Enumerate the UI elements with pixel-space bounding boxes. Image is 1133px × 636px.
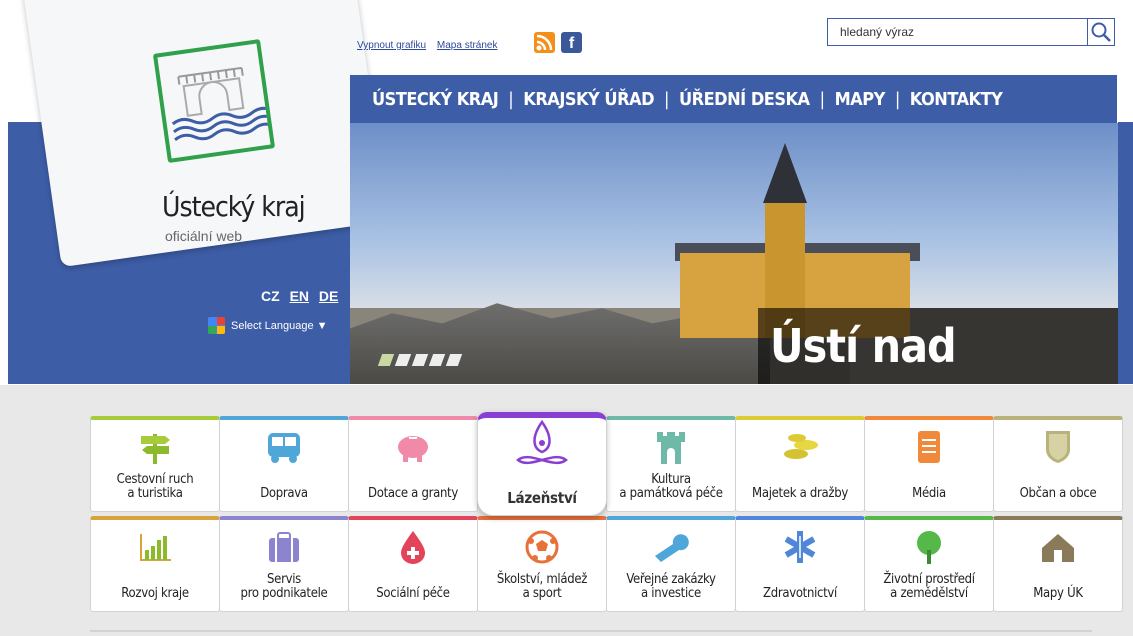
top-links: Vypnout grafiku Mapa stránek — [357, 40, 506, 51]
blue-band-right — [1118, 122, 1133, 384]
hero-caption: Ústí nad Labem — [758, 308, 1118, 384]
tile-label: Majetek a dražby — [752, 486, 848, 501]
briefcase-icon — [264, 530, 304, 564]
nav-separator: | — [508, 88, 514, 110]
tile-label: Občan a obce — [1019, 486, 1097, 501]
shield-icon — [1038, 430, 1078, 464]
tile-label: Zdravotnictví — [762, 586, 837, 601]
tile-label: Veřejné zakázky a investice — [626, 572, 716, 601]
tile-label: Dotace a granty — [368, 486, 458, 501]
nav-separator: | — [664, 88, 669, 110]
tile-label: Sociální péče — [376, 586, 450, 601]
nav-krajsky-urad[interactable]: KRAJSKÝ ÚŘAD — [523, 89, 654, 110]
spa-lotus-icon — [512, 419, 572, 472]
hero-banner[interactable]: Ústí nad Labem — [350, 123, 1118, 384]
tile-label: Rozvoj kraje — [121, 586, 189, 601]
header-area: Ústecký kraj oficiální web CZ EN DE Sele… — [0, 0, 1133, 385]
select-language[interactable]: Select Language ▼ — [208, 317, 328, 334]
tile-label: Lázeňství — [507, 489, 577, 507]
nav-uredni-deska[interactable]: ÚŘEDNÍ DESKA — [679, 89, 810, 110]
tile-label: Školství, mládež a sport — [496, 572, 588, 601]
tile-piggy-bank[interactable]: Dotace a granty — [348, 416, 478, 512]
medical-drop-icon — [393, 530, 433, 564]
signpost-icon — [135, 430, 175, 464]
brand-subtitle: oficiální web — [165, 228, 243, 244]
tile-medical-drop[interactable]: Sociální péče — [348, 516, 478, 612]
lang-de[interactable]: DE — [319, 288, 338, 304]
tile-tree[interactable]: Životní prostředí a zemědělství — [864, 516, 994, 612]
tile-label: Média — [912, 486, 946, 501]
tile-shield[interactable]: Občan a obce — [993, 416, 1123, 512]
brand-name[interactable]: Ústecký kraj — [162, 190, 306, 223]
lang-cz[interactable]: CZ — [261, 288, 280, 304]
category-tiles: Cestovní ruch a turistika Doprava Dotace a… — [90, 412, 1123, 612]
lang-en[interactable]: EN — [290, 288, 309, 304]
slide-dot[interactable] — [428, 354, 446, 366]
tile-spa-lotus[interactable]: Lázeňství — [477, 412, 607, 516]
slide-dot[interactable] — [411, 354, 429, 366]
nav-separator: | — [819, 88, 825, 110]
language-switcher: CZ EN DE — [255, 288, 338, 304]
football-icon — [522, 530, 562, 564]
google-translate-icon — [208, 317, 225, 334]
tile-wrench[interactable]: Veřejné zakázky a investice — [606, 516, 736, 612]
main-nav: ÚSTECKÝ KRAJ | KRAJSKÝ ÚŘAD | ÚŘEDNÍ DES… — [350, 75, 1117, 123]
sitemap-link[interactable]: Mapa stránek — [437, 40, 498, 51]
tile-football[interactable]: Školství, mládež a sport — [477, 516, 607, 612]
tile-star-of-life[interactable]: Zdravotnictví — [735, 516, 865, 612]
rss-icon[interactable] — [534, 32, 555, 53]
bar-chart-icon — [135, 530, 175, 564]
tile-document[interactable]: Média — [864, 416, 994, 512]
facebook-icon[interactable]: f — [561, 32, 582, 53]
tile-label: Cestovní ruch a turistika — [116, 472, 194, 501]
nav-kontakty[interactable]: KONTAKTY — [910, 89, 1003, 110]
bus-icon — [264, 430, 304, 464]
tile-bar-chart[interactable]: Rozvoj kraje — [90, 516, 220, 612]
castle-waves-logo[interactable] — [152, 39, 276, 163]
tree-icon — [909, 530, 949, 564]
nav-ustecky-kraj[interactable]: ÚSTECKÝ KRAJ — [372, 89, 499, 110]
tile-coins[interactable]: Majetek a dražby — [735, 416, 865, 512]
tile-house-map[interactable]: Mapy ÚK — [993, 516, 1123, 612]
document-icon — [909, 430, 949, 464]
tile-label: Doprava — [260, 486, 308, 501]
wrench-icon — [651, 530, 691, 564]
slide-dot[interactable] — [394, 354, 412, 366]
slider-dots — [377, 354, 463, 366]
house-map-icon — [1038, 530, 1078, 564]
tile-label: Mapy ÚK — [1033, 586, 1083, 601]
tile-castle[interactable]: Kultura a památková péče — [606, 416, 736, 512]
divider — [90, 630, 1092, 632]
tile-briefcase[interactable]: Servis pro podnikatele — [219, 516, 349, 612]
castle-icon — [651, 430, 691, 464]
tile-bus[interactable]: Doprava — [219, 416, 349, 512]
tile-label: Kultura a památková péče — [619, 472, 723, 501]
slide-dot[interactable] — [377, 354, 395, 366]
coins-icon — [780, 430, 820, 464]
piggy-bank-icon — [393, 430, 433, 464]
search-input[interactable]: hledaný výraz — [827, 18, 1090, 46]
slide-dot[interactable] — [445, 354, 463, 366]
nav-separator: | — [894, 88, 900, 110]
search-icon[interactable] — [1087, 18, 1115, 46]
tile-label: Servis pro podnikatele — [240, 572, 328, 601]
nav-mapy[interactable]: MAPY — [835, 89, 886, 110]
tile-signpost[interactable]: Cestovní ruch a turistika — [90, 416, 220, 512]
disable-graphics-link[interactable]: Vypnout grafiku — [357, 40, 426, 51]
tile-label: Životní prostředí a zemědělství — [883, 572, 975, 601]
select-language-label: Select Language ▼ — [231, 319, 328, 332]
star-of-life-icon — [780, 530, 820, 564]
